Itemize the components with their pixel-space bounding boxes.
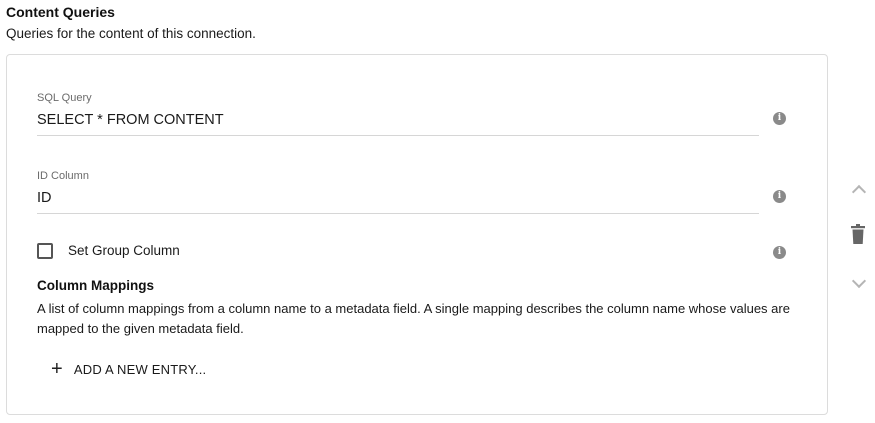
move-up-button[interactable] [851,184,867,200]
trash-icon [851,224,865,244]
sql-query-info-icon[interactable]: i [773,112,786,125]
add-new-entry-label: ADD A NEW ENTRY... [73,361,207,377]
add-new-entry-button[interactable]: + ADD A NEW ENTRY... [51,359,206,379]
chevron-down-icon [851,273,867,289]
section-title: Content Queries [6,4,115,20]
column-mappings-title: Column Mappings [37,278,154,293]
id-column-info-icon[interactable]: i [773,190,786,203]
column-mappings-description: A list of column mappings from a column … [37,301,790,336]
chevron-up-icon [851,184,867,200]
query-card: SQL Query SELECT * FROM CONTENT i ID Col… [6,54,828,415]
sql-query-underline [37,135,759,136]
set-group-column-label[interactable]: Set Group Column [68,243,180,258]
content-queries-panel: Content Queries Queries for the content … [0,0,875,423]
plus-icon: + [51,358,63,380]
id-column-label: ID Column [37,170,89,182]
sql-query-input[interactable]: SELECT * FROM CONTENT [37,112,224,128]
group-column-info-icon[interactable]: i [773,246,786,259]
section-description: Queries for the content of this connecti… [6,26,256,41]
sql-query-label: SQL Query [37,92,92,104]
id-column-field[interactable]: ID Column ID [37,170,759,216]
id-column-underline [37,213,759,214]
set-group-column-checkbox[interactable] [37,243,53,259]
move-down-button[interactable] [851,273,867,289]
sql-query-field[interactable]: SQL Query SELECT * FROM CONTENT [37,92,759,138]
id-column-input[interactable]: ID [37,190,52,206]
delete-button[interactable] [851,224,865,244]
